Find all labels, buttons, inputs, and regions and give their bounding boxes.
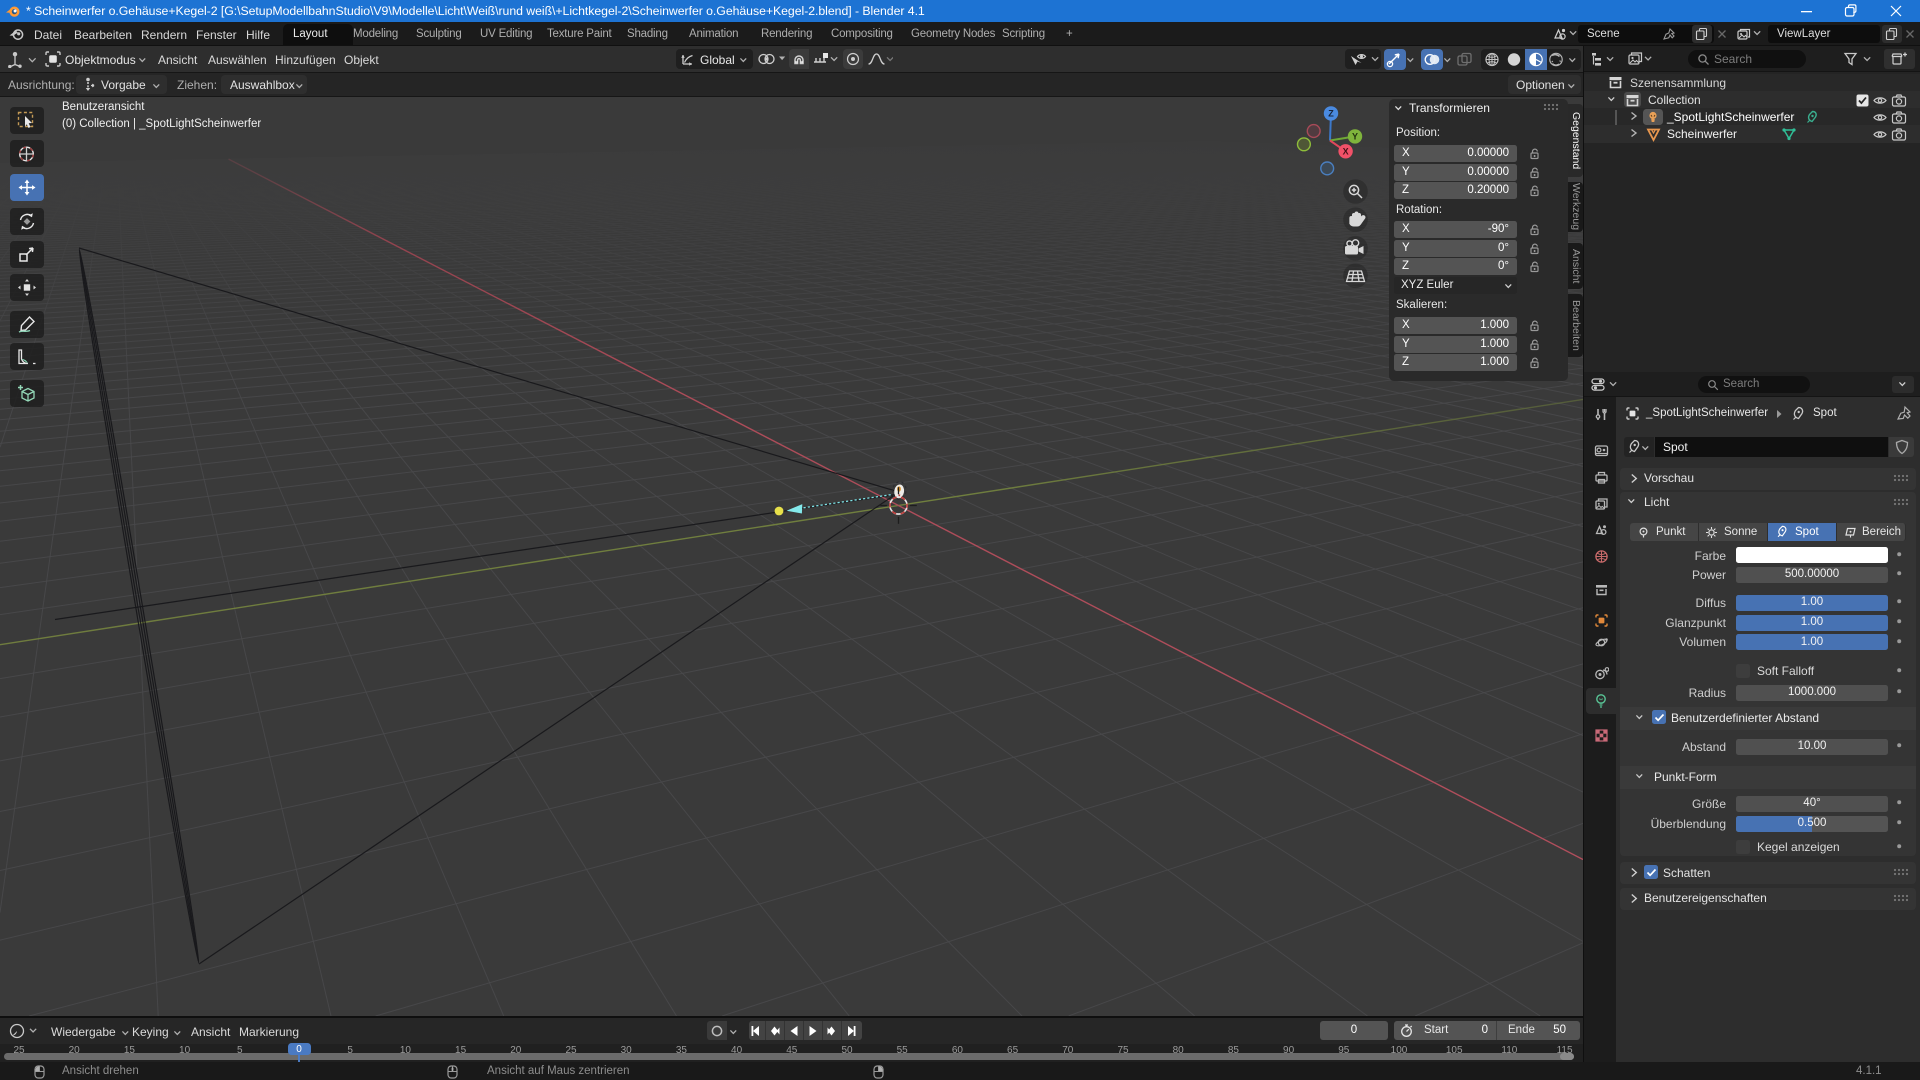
svg-text:Y: Y — [1352, 132, 1358, 142]
svg-text:X: X — [1343, 147, 1349, 157]
svg-text:Z: Z — [1328, 109, 1334, 119]
